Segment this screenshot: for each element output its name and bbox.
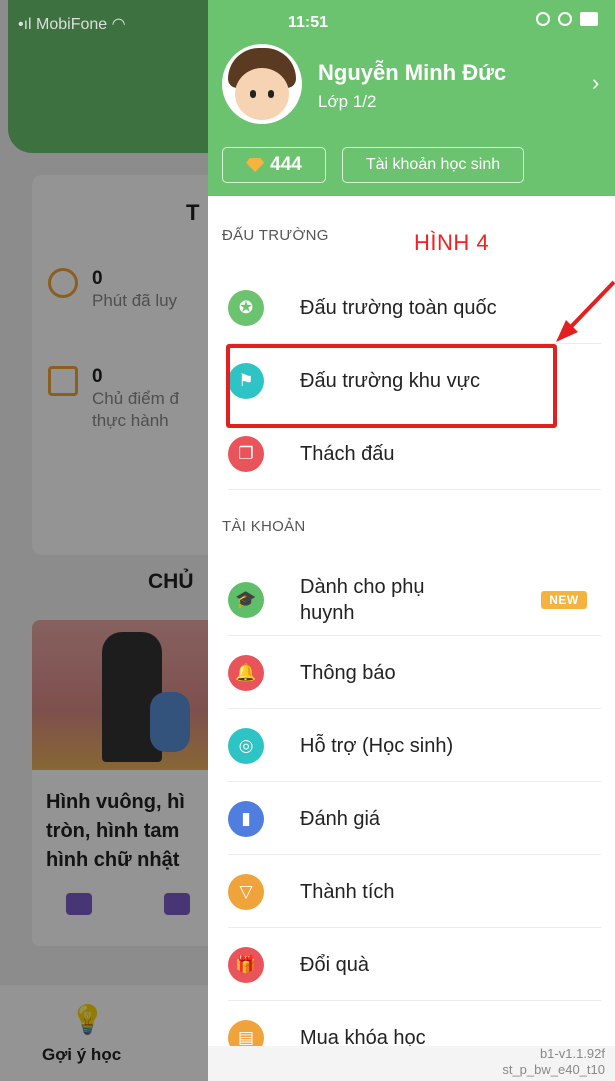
wifi-icon: ◠ [111,16,126,33]
menu-label: Đánh giá [300,808,381,830]
rotation-lock-icon [536,12,550,26]
section-account: TÀI KHOẢN [222,518,306,535]
trophy-icon: ▽ [228,874,264,910]
menu-label: Thông báo [300,662,396,684]
menu-label: Dành cho phụ huynh [300,576,425,624]
annotation-label: HÌNH 4 [414,230,490,255]
menu-label: Thách đấu [300,443,395,465]
graduation-cap-icon: 🎓 [228,582,264,618]
status-time: 11:51 [288,14,329,31]
menu-label: Đổi quà [300,954,369,976]
chevron-right-icon[interactable]: › [592,70,599,96]
gem-count: 444 [270,154,302,175]
menu-challenge[interactable]: ❐ Thách đấu [208,418,615,490]
section-arena: ĐẤU TRƯỜNG [222,227,329,244]
menu-label: Hỗ trợ (Học sinh) [300,735,454,757]
highlight-box [226,344,557,428]
menu-label: Thành tích [300,881,395,903]
gem-balance[interactable]: 444 [222,147,326,183]
menu-achievements[interactable]: ▽ Thành tích [208,856,615,928]
signal-icon: •ıl [18,16,37,33]
bar-chart-icon: ▮ [228,801,264,837]
account-type-button[interactable]: Tài khoản học sinh [342,147,524,183]
side-drawer: Nguyễn Minh Đức Lớp 1/2 › 444 Tài khoản … [208,0,615,1081]
lifebuoy-icon: ◎ [228,728,264,764]
user-name: Nguyễn Minh Đức [318,60,507,85]
menu-notifications[interactable]: 🔔 Thông báo [208,637,615,709]
menu-support[interactable]: ◎ Hỗ trợ (Học sinh) [208,710,615,782]
menu-rating[interactable]: ▮ Đánh giá [208,783,615,855]
user-class: Lớp 1/2 [318,92,377,111]
diamond-icon [246,158,265,172]
avatar[interactable] [222,44,302,124]
menu-redeem-gifts[interactable]: 🎁 Đổi quà [208,929,615,1001]
challenge-icon: ❐ [228,436,264,472]
battery-icon [580,12,598,26]
new-badge: NEW [541,591,587,609]
annotation-arrow-icon [556,280,615,342]
status-icons [536,12,598,26]
alarm-icon [558,12,572,26]
menu-for-parents[interactable]: 🎓 Dành cho phụ huynh NEW [208,564,615,636]
carrier-label: •ıl MobiFone ◠ [18,16,126,33]
menu-label: Đấu trường toàn quốc [300,297,497,319]
medal-icon: ✪ [228,290,264,326]
version-label: b1-v1.1.92f st_p_bw_e40_t10 [502,1046,605,1077]
bell-icon: 🔔 [228,655,264,691]
status-bar: •ıl MobiFone ◠ 11:51 [0,0,615,40]
gift-icon: 🎁 [228,947,264,983]
